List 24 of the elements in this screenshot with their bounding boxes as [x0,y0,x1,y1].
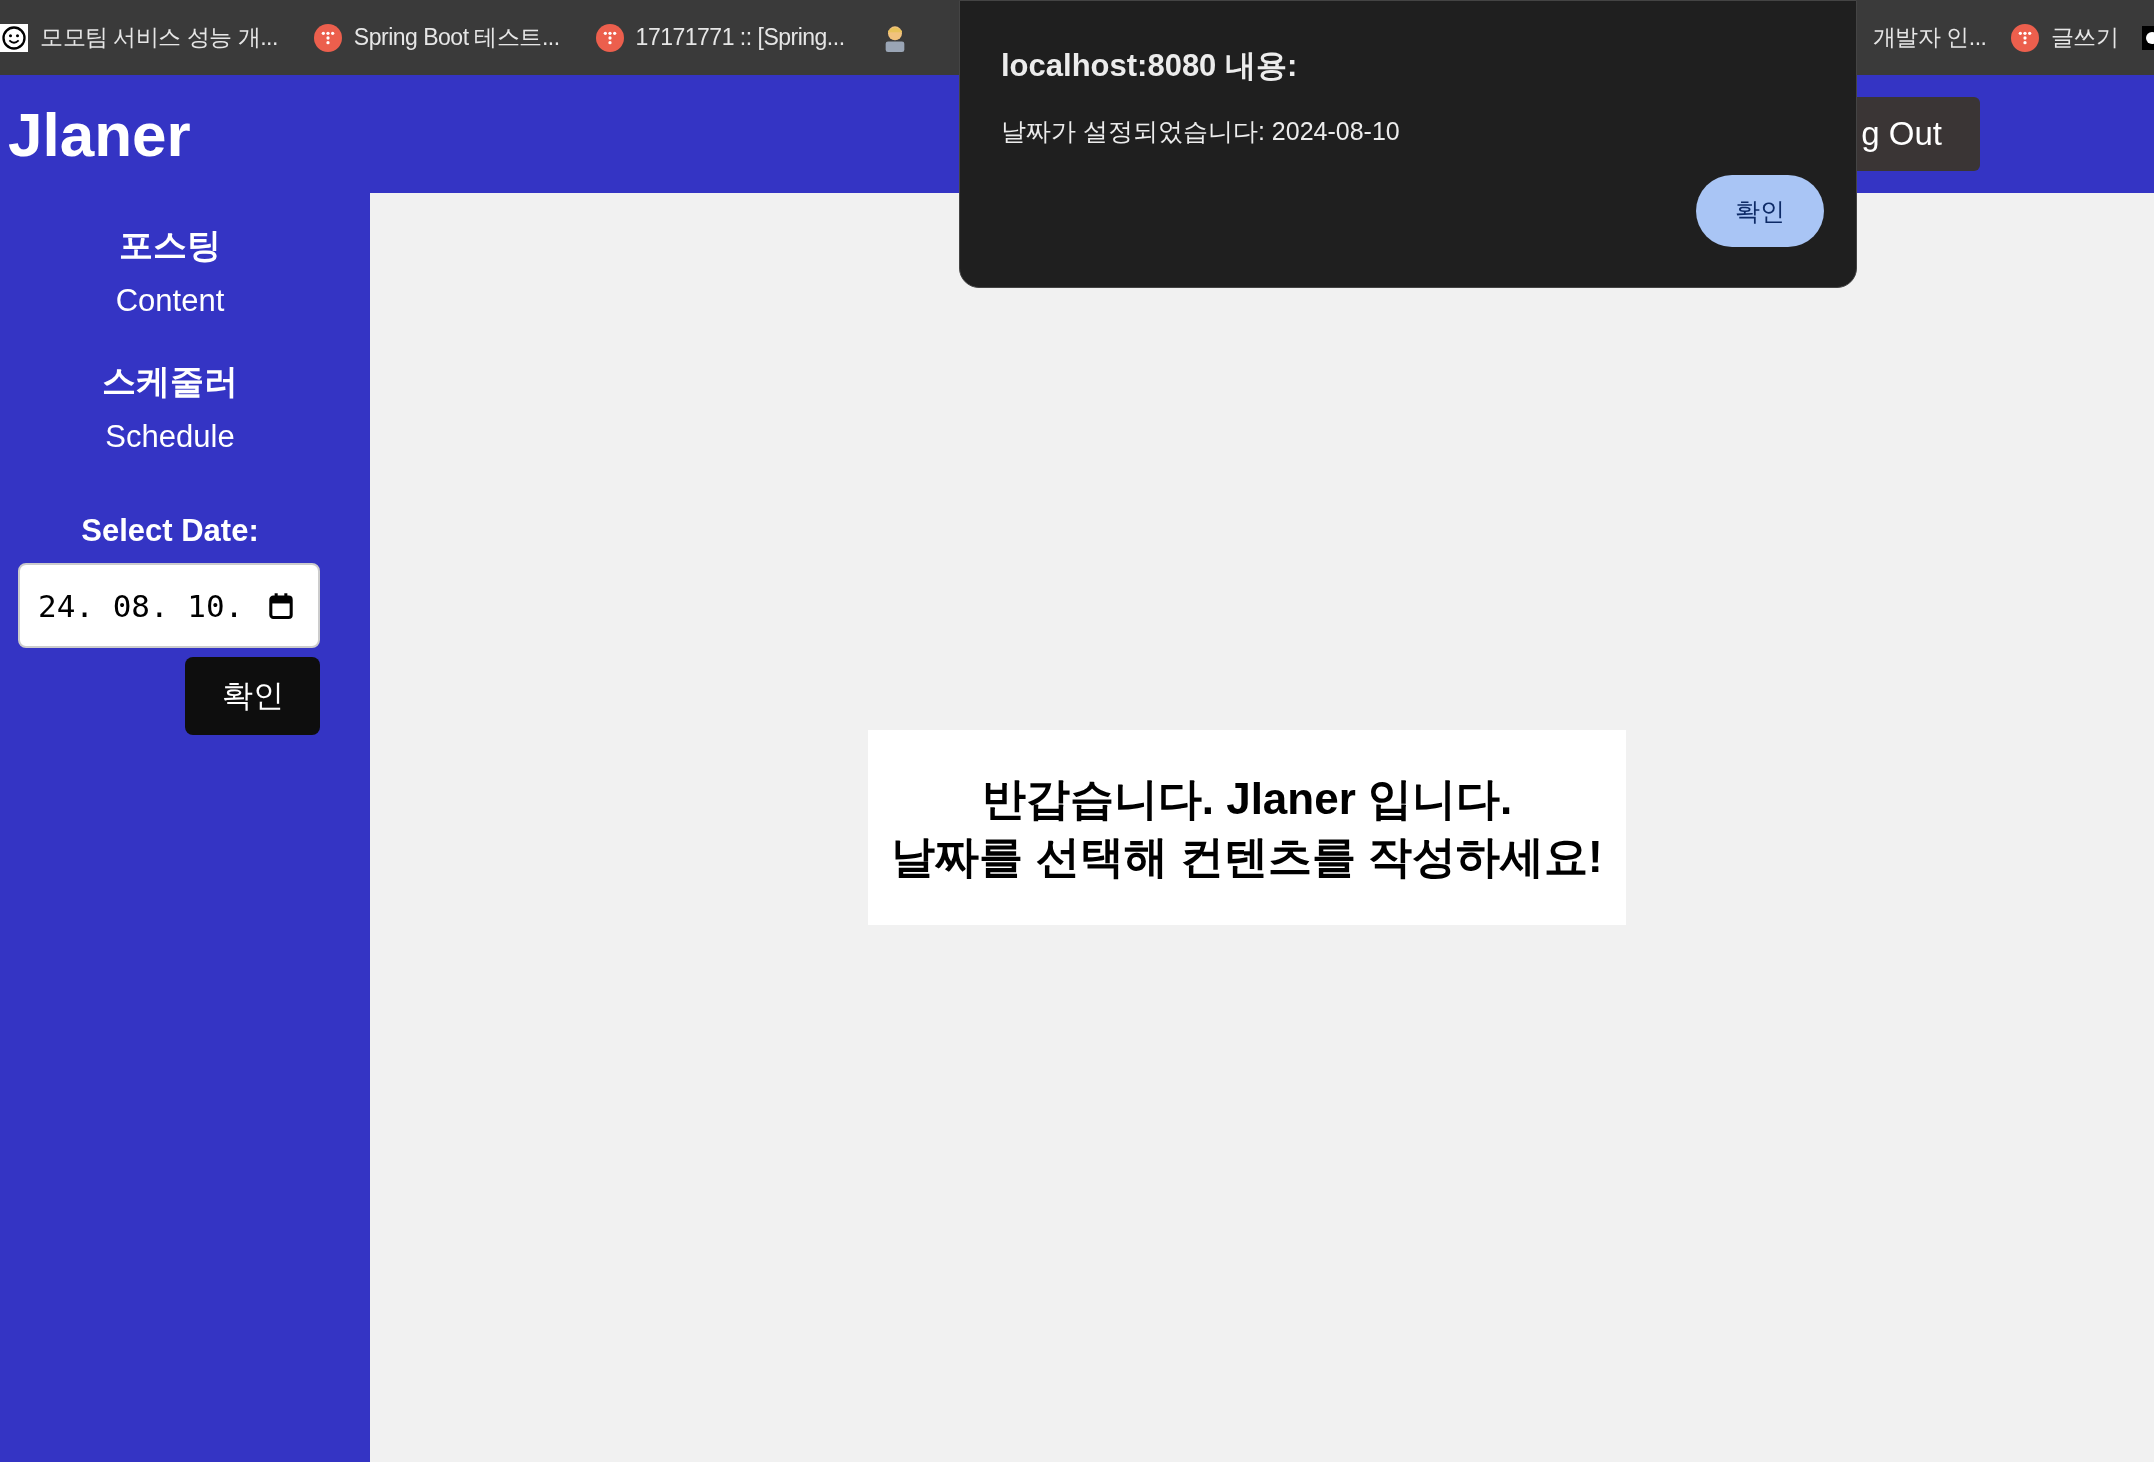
sidebar-heading: 스케줄러 [102,361,238,402]
dotted-t-icon[interactable] [2010,23,2039,52]
date-label: Select Date: [81,513,259,549]
dotted-t-icon[interactable] [595,23,624,52]
welcome-text: 날짜를 선택해 컨텐츠를 작성하세요! [891,830,1603,883]
sidebar-link[interactable]: Schedule [105,419,235,455]
dotted-t-icon[interactable] [313,23,342,52]
confirm-button[interactable]: 확인 [185,657,320,735]
calendar-icon[interactable] [268,591,294,620]
sidebar-link[interactable]: Content [115,283,225,319]
bookmark-link[interactable]: Spring Boot 테스트... [353,22,560,53]
logo: Jlaner [8,98,191,170]
sidebar-heading: 포스팅 [119,225,221,266]
smiley-icon[interactable] [0,23,28,52]
dialog-title: localhost:8080 내용: [1001,47,1299,85]
welcome-text: 반갑습니다. Jlaner 입니다. [981,773,1513,826]
bookmark-icon[interactable] [2142,23,2154,52]
bookmark-link[interactable]: 17171771 :: [Spring... [635,24,845,51]
bookmark-link[interactable]: 개발자 인... [1872,22,1987,53]
dialog-message: 날짜가 설정되었습니다: 2024-08-10 [1001,116,1401,147]
ok-button[interactable]: 확인 [1696,175,1824,247]
bookmark-link[interactable]: 글쓰기 [2050,22,2118,53]
date-field[interactable]: 24. 08. 10. [18,563,320,648]
bookmark-link[interactable]: 모모팀 서비스 성능 개... [40,22,278,53]
